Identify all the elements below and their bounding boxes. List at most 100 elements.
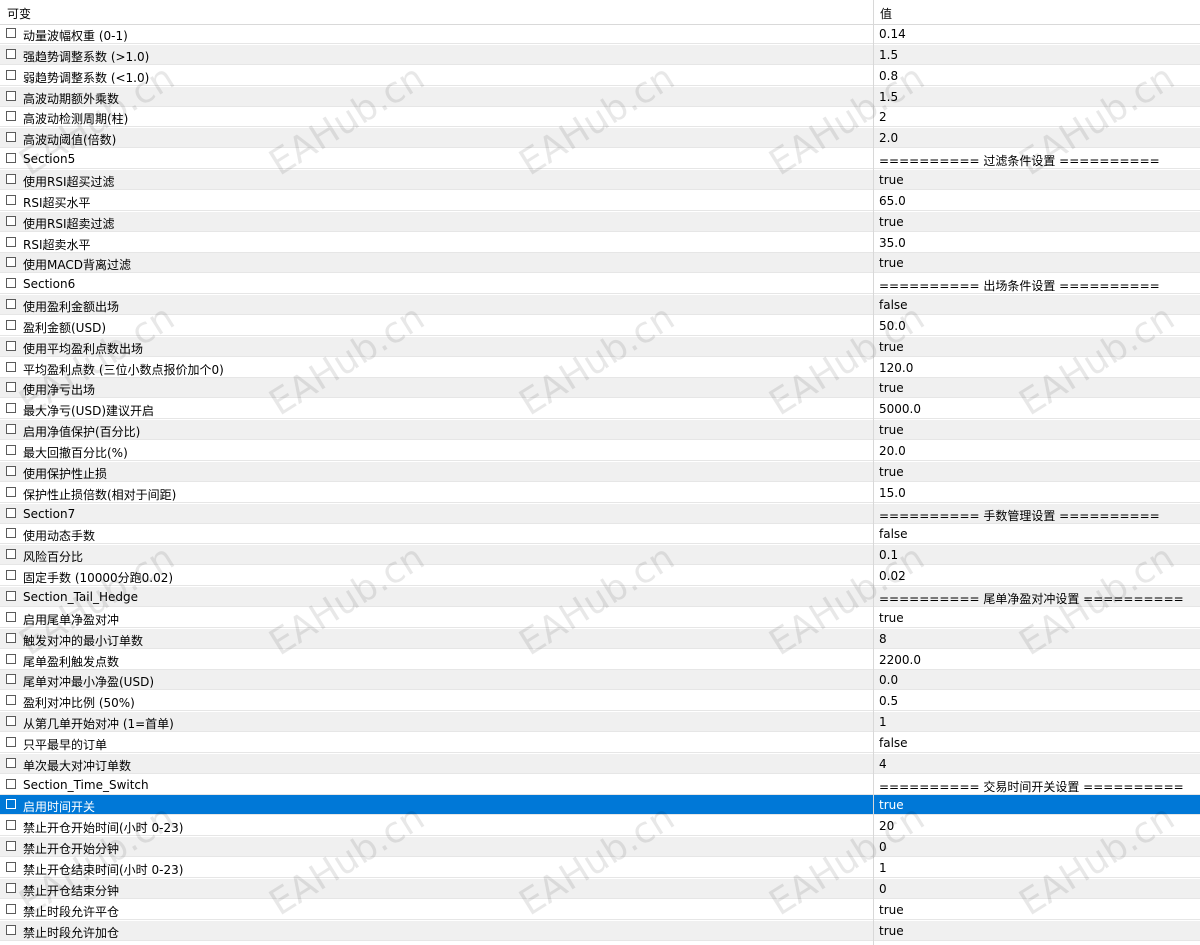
table-row[interactable]: 禁止时段允许加仓 true [0, 920, 1200, 941]
table-row[interactable]: Section_Time_Switch ========== 交易时间开关设置 =… [0, 775, 1200, 795]
table-row[interactable]: 只平最早的订单 false [0, 733, 1200, 753]
parameter-value[interactable]: 0 [879, 882, 887, 896]
parameter-value[interactable]: 35.0 [879, 236, 906, 250]
table-row[interactable]: 固定手数 (10000分跑0.02) 0.02 [0, 566, 1200, 587]
parameter-value[interactable]: 0.0 [879, 673, 898, 687]
parameter-value[interactable]: 15.0 [879, 486, 906, 500]
row-checkbox[interactable] [6, 611, 16, 622]
table-row[interactable]: 弱趋势调整系数 (<1.0) 0.8 [0, 66, 1200, 86]
parameter-value[interactable]: 1 [879, 715, 887, 729]
row-checkbox[interactable] [6, 48, 16, 59]
table-row[interactable]: 高波动期额外乘数 1.5 [0, 86, 1200, 107]
table-row[interactable]: Section6 ========== 出场条件设置 ========== [0, 274, 1200, 295]
row-checkbox[interactable] [6, 382, 16, 393]
table-row[interactable]: Section_Tail_Hedge ========== 尾单净盈对冲设置 ==… [0, 586, 1200, 607]
table-row[interactable]: 平均盈利点数 (三位小数点报价加个0) 120.0 [0, 358, 1200, 378]
row-checkbox[interactable] [6, 236, 16, 247]
table-row[interactable]: 禁止开仓结束分钟 0 [0, 878, 1200, 899]
table-row[interactable]: 最大回撤百分比(%) 20.0 [0, 441, 1200, 461]
parameter-value[interactable]: 4 [879, 757, 887, 771]
parameter-value[interactable]: 20 [879, 819, 894, 833]
parameter-value[interactable]: 1.5 [879, 90, 898, 104]
column-divider[interactable] [873, 0, 874, 945]
row-checkbox[interactable] [6, 424, 16, 435]
table-row[interactable]: 强趋势调整系数 (>1.0) 1.5 [0, 44, 1200, 65]
table-row[interactable]: 启用时间开关 true [0, 795, 1200, 816]
parameter-value[interactable]: true [879, 465, 904, 479]
parameter-value[interactable]: 0.14 [879, 27, 906, 41]
row-checkbox[interactable] [6, 319, 16, 330]
parameter-value[interactable]: false [879, 298, 908, 312]
parameter-value[interactable]: 1 [879, 861, 887, 875]
row-checkbox[interactable] [6, 841, 16, 852]
parameter-value[interactable]: ========== 出场条件设置 ========== [879, 277, 1160, 294]
row-checkbox[interactable] [6, 278, 16, 289]
row-checkbox[interactable] [6, 528, 16, 539]
table-row[interactable]: 盈利对冲比例 (50%) 0.5 [0, 691, 1200, 712]
parameter-value[interactable]: true [879, 381, 904, 395]
parameter-value[interactable]: 0.8 [879, 69, 898, 83]
row-checkbox[interactable] [6, 862, 16, 872]
row-checkbox[interactable] [6, 716, 16, 727]
parameter-value[interactable]: 0.1 [879, 548, 898, 562]
column-header-variable[interactable]: 可变 [7, 5, 31, 22]
row-checkbox[interactable] [6, 132, 16, 143]
parameter-value[interactable]: 2200.0 [879, 653, 921, 667]
table-row[interactable]: 禁止开仓开始时间(小时 0-23) 20 [0, 816, 1200, 837]
row-checkbox[interactable] [6, 340, 16, 351]
parameter-value[interactable]: true [879, 215, 904, 229]
parameter-value[interactable]: true [879, 173, 904, 187]
table-row[interactable]: 使用动态手数 false [0, 524, 1200, 545]
row-checkbox[interactable] [6, 69, 16, 80]
table-row[interactable]: 从第几单开始对冲 (1=首单) 1 [0, 712, 1200, 733]
table-row[interactable]: 启用净值保护(百分比) true [0, 420, 1200, 441]
table-row[interactable]: 禁止开仓结束时间(小时 0-23) 1 [0, 858, 1200, 878]
parameter-value[interactable]: true [879, 340, 904, 354]
parameter-value[interactable]: 1.5 [879, 48, 898, 62]
parameter-value[interactable]: ========== 手数管理设置 ========== [879, 507, 1160, 524]
row-checkbox[interactable] [6, 111, 16, 122]
table-row[interactable]: 风险百分比 0.1 [0, 545, 1200, 566]
table-row[interactable]: 盈利金额(USD) 50.0 [0, 316, 1200, 336]
parameter-value[interactable]: true [879, 924, 904, 938]
parameter-value[interactable]: true [879, 423, 904, 437]
parameter-value[interactable]: true [879, 611, 904, 625]
table-row[interactable]: 高波动阈值(倍数) 2.0 [0, 128, 1200, 149]
row-checkbox[interactable] [6, 632, 16, 643]
table-row[interactable]: 使用保护性止损 true [0, 461, 1200, 482]
row-checkbox[interactable] [6, 820, 16, 831]
row-checkbox[interactable] [6, 882, 16, 893]
row-checkbox[interactable] [6, 90, 16, 101]
parameter-value[interactable]: 2.0 [879, 131, 898, 145]
table-row[interactable]: RSI超买水平 65.0 [0, 191, 1200, 211]
table-row[interactable]: 尾单盈利触发点数 2200.0 [0, 650, 1200, 670]
parameter-value[interactable]: 65.0 [879, 194, 906, 208]
parameter-value[interactable]: 50.0 [879, 319, 906, 333]
row-checkbox[interactable] [6, 799, 16, 810]
row-checkbox[interactable] [6, 653, 16, 664]
parameter-value[interactable]: ========== 尾单净盈对冲设置 ========== [879, 590, 1184, 607]
table-row[interactable]: 使用RSI超卖过滤 true [0, 211, 1200, 232]
row-checkbox[interactable] [6, 924, 16, 935]
parameter-value[interactable]: 8 [879, 632, 887, 646]
row-checkbox[interactable] [6, 445, 16, 455]
row-checkbox[interactable] [6, 590, 16, 601]
row-checkbox[interactable] [6, 757, 16, 768]
row-checkbox[interactable] [6, 153, 16, 164]
row-checkbox[interactable] [6, 549, 16, 560]
table-row[interactable]: Section5 ========== 过滤条件设置 ========== [0, 149, 1200, 170]
column-header-value[interactable]: 值 [880, 5, 892, 22]
parameter-value[interactable]: true [879, 798, 904, 812]
table-row[interactable]: 高波动检测周期(柱) 2 [0, 107, 1200, 128]
row-checkbox[interactable] [6, 194, 16, 205]
table-row[interactable]: 使用盈利金额出场 false [0, 295, 1200, 316]
row-checkbox[interactable] [6, 903, 16, 914]
parameter-value[interactable]: 0 [879, 840, 887, 854]
table-row[interactable]: 禁止时段允许平仓 true [0, 900, 1200, 920]
table-row[interactable]: 启用尾单净盈对冲 true [0, 608, 1200, 628]
table-row[interactable]: 最大净亏(USD)建议开启 5000.0 [0, 399, 1200, 420]
parameter-value[interactable]: 0.5 [879, 694, 898, 708]
parameter-value[interactable]: 120.0 [879, 361, 913, 375]
table-row[interactable]: 使用MACD背离过滤 true [0, 253, 1200, 274]
table-row[interactable]: 触发对冲的最小订单数 8 [0, 628, 1200, 649]
